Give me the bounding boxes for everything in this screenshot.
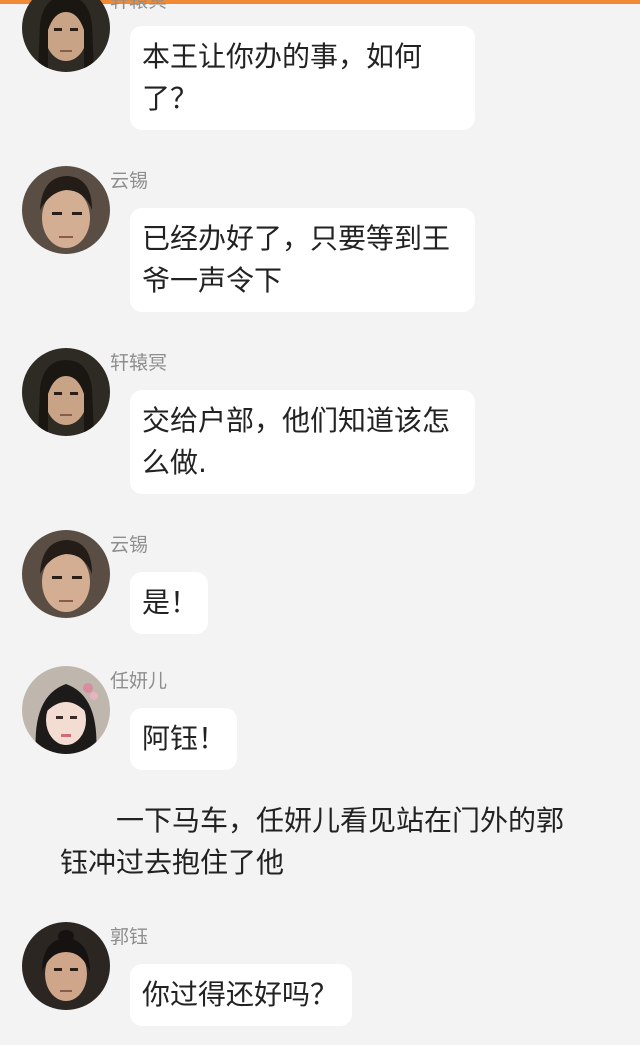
message-bubble: 已经办好了，只要等到王 爷一声令下	[130, 208, 475, 312]
message-bubble: 你过得还好吗？	[130, 964, 352, 1026]
message-line: 是！	[142, 586, 199, 619]
avatar[interactable]	[22, 530, 110, 618]
speaker-name: 轩辕冥	[110, 0, 168, 12]
message-bubble: 是！	[130, 572, 208, 634]
narration-paragraph: 一下马车，任妍儿看见站在门外的郭 钰冲过去抱住了他	[60, 800, 620, 884]
avatar[interactable]	[22, 922, 110, 1010]
avatar-male-shorthair-icon	[22, 530, 110, 618]
message-line: 么做.	[142, 446, 207, 479]
message-bubble: 本王让你办的事，如何 了？	[130, 26, 475, 130]
message-bubble: 阿钰！	[130, 708, 237, 770]
speaker-name: 云锡	[110, 534, 149, 556]
message-line: 了？	[142, 82, 199, 115]
avatar[interactable]	[22, 166, 110, 254]
narration-line: 钰冲过去抱住了他	[60, 846, 285, 879]
message-line: 阿钰！	[142, 722, 227, 755]
speaker-name: 轩辕冥	[110, 352, 168, 374]
avatar-female-icon	[22, 666, 110, 754]
avatar[interactable]	[22, 666, 110, 754]
message-line: 交给户部，他们知道该怎	[142, 404, 451, 437]
message-line: 已经办好了，只要等到王	[142, 222, 451, 255]
message-line: 本王让你办的事，如何	[142, 40, 423, 73]
avatar[interactable]	[22, 348, 110, 436]
message-bubble: 交给户部，他们知道该怎 么做.	[130, 390, 475, 494]
message-line: 你过得还好吗？	[142, 978, 339, 1011]
message-line: 爷一声令下	[142, 264, 283, 297]
avatar-male-longhair-icon	[22, 0, 110, 72]
speaker-name: 郭钰	[110, 926, 149, 948]
speaker-name: 任妍儿	[110, 670, 168, 692]
avatar[interactable]	[22, 0, 110, 72]
avatar-male-shorthair-icon	[22, 166, 110, 254]
avatar-male-longhair-icon	[22, 348, 110, 436]
avatar-male-topknot-icon	[22, 922, 110, 1010]
speaker-name: 云锡	[110, 170, 149, 192]
narration-line: 一下马车，任妍儿看见站在门外的郭	[116, 804, 565, 837]
